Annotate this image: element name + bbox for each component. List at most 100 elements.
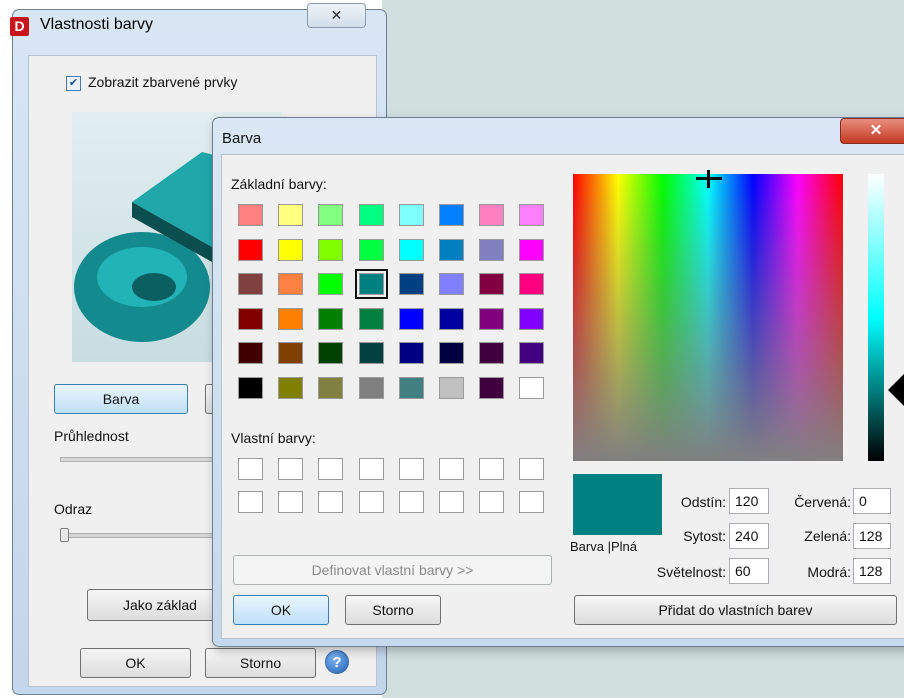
basic-color-swatch[interactable] [358, 307, 384, 330]
basic-color-swatch[interactable] [354, 269, 388, 299]
color-solid-label: Barva |Plná [570, 539, 637, 554]
custom-color-swatch[interactable] [358, 491, 384, 513]
basic-color-swatch[interactable] [238, 342, 263, 364]
basic-color-swatch[interactable] [318, 376, 344, 399]
define-custom-colors-button[interactable]: Definovat vlastní barvy >> [233, 555, 552, 585]
basic-color-swatch[interactable] [519, 307, 545, 330]
basic-color-swatch[interactable] [238, 204, 263, 226]
basic-color-swatch[interactable] [238, 273, 263, 295]
color-dialog-title: Barva [222, 130, 262, 147]
basic-color-swatch[interactable] [519, 342, 545, 364]
basic-color-swatch[interactable] [318, 307, 344, 330]
properties-cancel-button[interactable]: Storno [205, 648, 316, 678]
green-label: Zelená: [804, 528, 851, 544]
custom-color-swatch[interactable] [479, 458, 505, 480]
basic-color-swatch[interactable] [519, 376, 545, 399]
properties-dialog-title: Vlastnosti barvy [40, 16, 153, 33]
basic-color-swatch[interactable] [439, 307, 464, 330]
blue-field[interactable]: 128 [853, 558, 891, 584]
basic-color-swatch[interactable] [439, 376, 464, 399]
basic-color-swatch[interactable] [398, 307, 424, 330]
luminance-field[interactable]: 60 [729, 558, 769, 584]
basic-color-swatch[interactable] [439, 204, 464, 226]
properties-ok-button[interactable]: OK [80, 648, 191, 678]
basic-color-swatch[interactable] [398, 376, 424, 399]
red-field[interactable]: 0 [853, 488, 891, 514]
basic-color-swatch[interactable] [398, 342, 424, 364]
add-to-custom-colors-button[interactable]: Přidat do vlastních barev [574, 595, 897, 625]
custom-color-swatch[interactable] [238, 491, 263, 513]
luminance-bar[interactable] [868, 174, 884, 461]
basic-color-swatch[interactable] [479, 307, 505, 330]
basic-color-swatch[interactable] [358, 342, 384, 364]
green-field[interactable]: 128 [853, 523, 891, 549]
basic-color-swatch[interactable] [398, 273, 424, 295]
basic-color-swatch[interactable] [519, 238, 545, 261]
properties-close-button[interactable]: ✕ [307, 3, 366, 28]
custom-color-swatch[interactable] [318, 458, 344, 480]
set-default-button[interactable]: Jako základ [87, 589, 221, 621]
basic-color-swatch[interactable] [278, 342, 304, 364]
basic-color-swatch[interactable] [479, 376, 505, 399]
transparency-slider[interactable] [60, 457, 214, 462]
color-solid-preview [573, 474, 662, 535]
basic-color-swatch[interactable] [358, 238, 384, 261]
custom-color-swatch[interactable] [398, 458, 424, 480]
custom-color-swatch[interactable] [439, 458, 464, 480]
color-spectrum[interactable] [573, 174, 843, 461]
custom-color-swatch[interactable] [519, 458, 545, 480]
basic-color-swatch[interactable] [519, 273, 545, 295]
custom-color-swatch[interactable] [479, 491, 505, 513]
app-icon: D [10, 17, 29, 36]
basic-color-swatch[interactable] [238, 307, 263, 330]
color-button[interactable]: Barva [54, 384, 188, 414]
basic-color-swatch[interactable] [278, 238, 304, 261]
basic-color-swatch[interactable] [318, 342, 344, 364]
basic-color-swatch[interactable] [439, 273, 464, 295]
blue-label: Modrá: [807, 564, 851, 580]
custom-color-swatch[interactable] [278, 458, 304, 480]
reflection-label: Odraz [54, 501, 93, 517]
basic-color-swatch[interactable] [479, 238, 505, 261]
basic-color-swatch[interactable] [479, 204, 505, 226]
basic-color-swatch[interactable] [439, 342, 464, 364]
basic-color-swatch[interactable] [318, 238, 344, 261]
custom-color-swatch[interactable] [358, 458, 384, 480]
help-icon[interactable]: ? [325, 650, 349, 674]
basic-color-swatch[interactable] [479, 273, 505, 295]
basic-color-swatch[interactable] [278, 204, 304, 226]
custom-color-swatch[interactable] [318, 491, 344, 513]
basic-color-swatch[interactable] [398, 238, 424, 261]
saturation-field[interactable]: 240 [729, 523, 769, 549]
basic-color-swatch[interactable] [238, 376, 263, 399]
basic-color-swatch[interactable] [358, 376, 384, 399]
saturation-label: Sytost: [683, 528, 726, 544]
basic-color-swatch[interactable] [318, 273, 344, 295]
basic-color-swatch[interactable] [278, 307, 304, 330]
basic-color-swatch[interactable] [479, 342, 505, 364]
basic-color-swatch[interactable] [278, 273, 304, 295]
basic-color-swatch[interactable] [238, 238, 263, 261]
color-dialog-close-button[interactable]: ✕ [840, 118, 904, 144]
basic-color-swatch[interactable] [398, 204, 424, 226]
hue-field[interactable]: 120 [729, 488, 769, 514]
custom-color-swatch[interactable] [398, 491, 424, 513]
custom-color-swatch[interactable] [519, 491, 545, 513]
custom-color-swatch[interactable] [278, 491, 304, 513]
show-colored-checkbox[interactable]: ✔ [66, 76, 81, 91]
color-cancel-button[interactable]: Storno [345, 595, 441, 625]
basic-color-swatch[interactable] [519, 204, 545, 226]
custom-color-swatch[interactable] [238, 458, 263, 480]
show-colored-label: Zobrazit zbarvené prvky [88, 74, 238, 90]
reflection-slider[interactable] [60, 533, 214, 538]
color-ok-button[interactable]: OK [233, 595, 329, 625]
transparency-label: Průhlednost [54, 428, 129, 444]
luminance-arrow-icon[interactable] [888, 372, 904, 408]
luminance-label: Světelnost: [656, 564, 726, 580]
reflection-slider-thumb[interactable] [60, 528, 69, 542]
basic-color-swatch[interactable] [318, 204, 344, 226]
basic-color-swatch[interactable] [439, 238, 464, 261]
custom-color-swatch[interactable] [439, 491, 464, 513]
basic-color-swatch[interactable] [278, 376, 304, 399]
basic-color-swatch[interactable] [358, 204, 384, 226]
